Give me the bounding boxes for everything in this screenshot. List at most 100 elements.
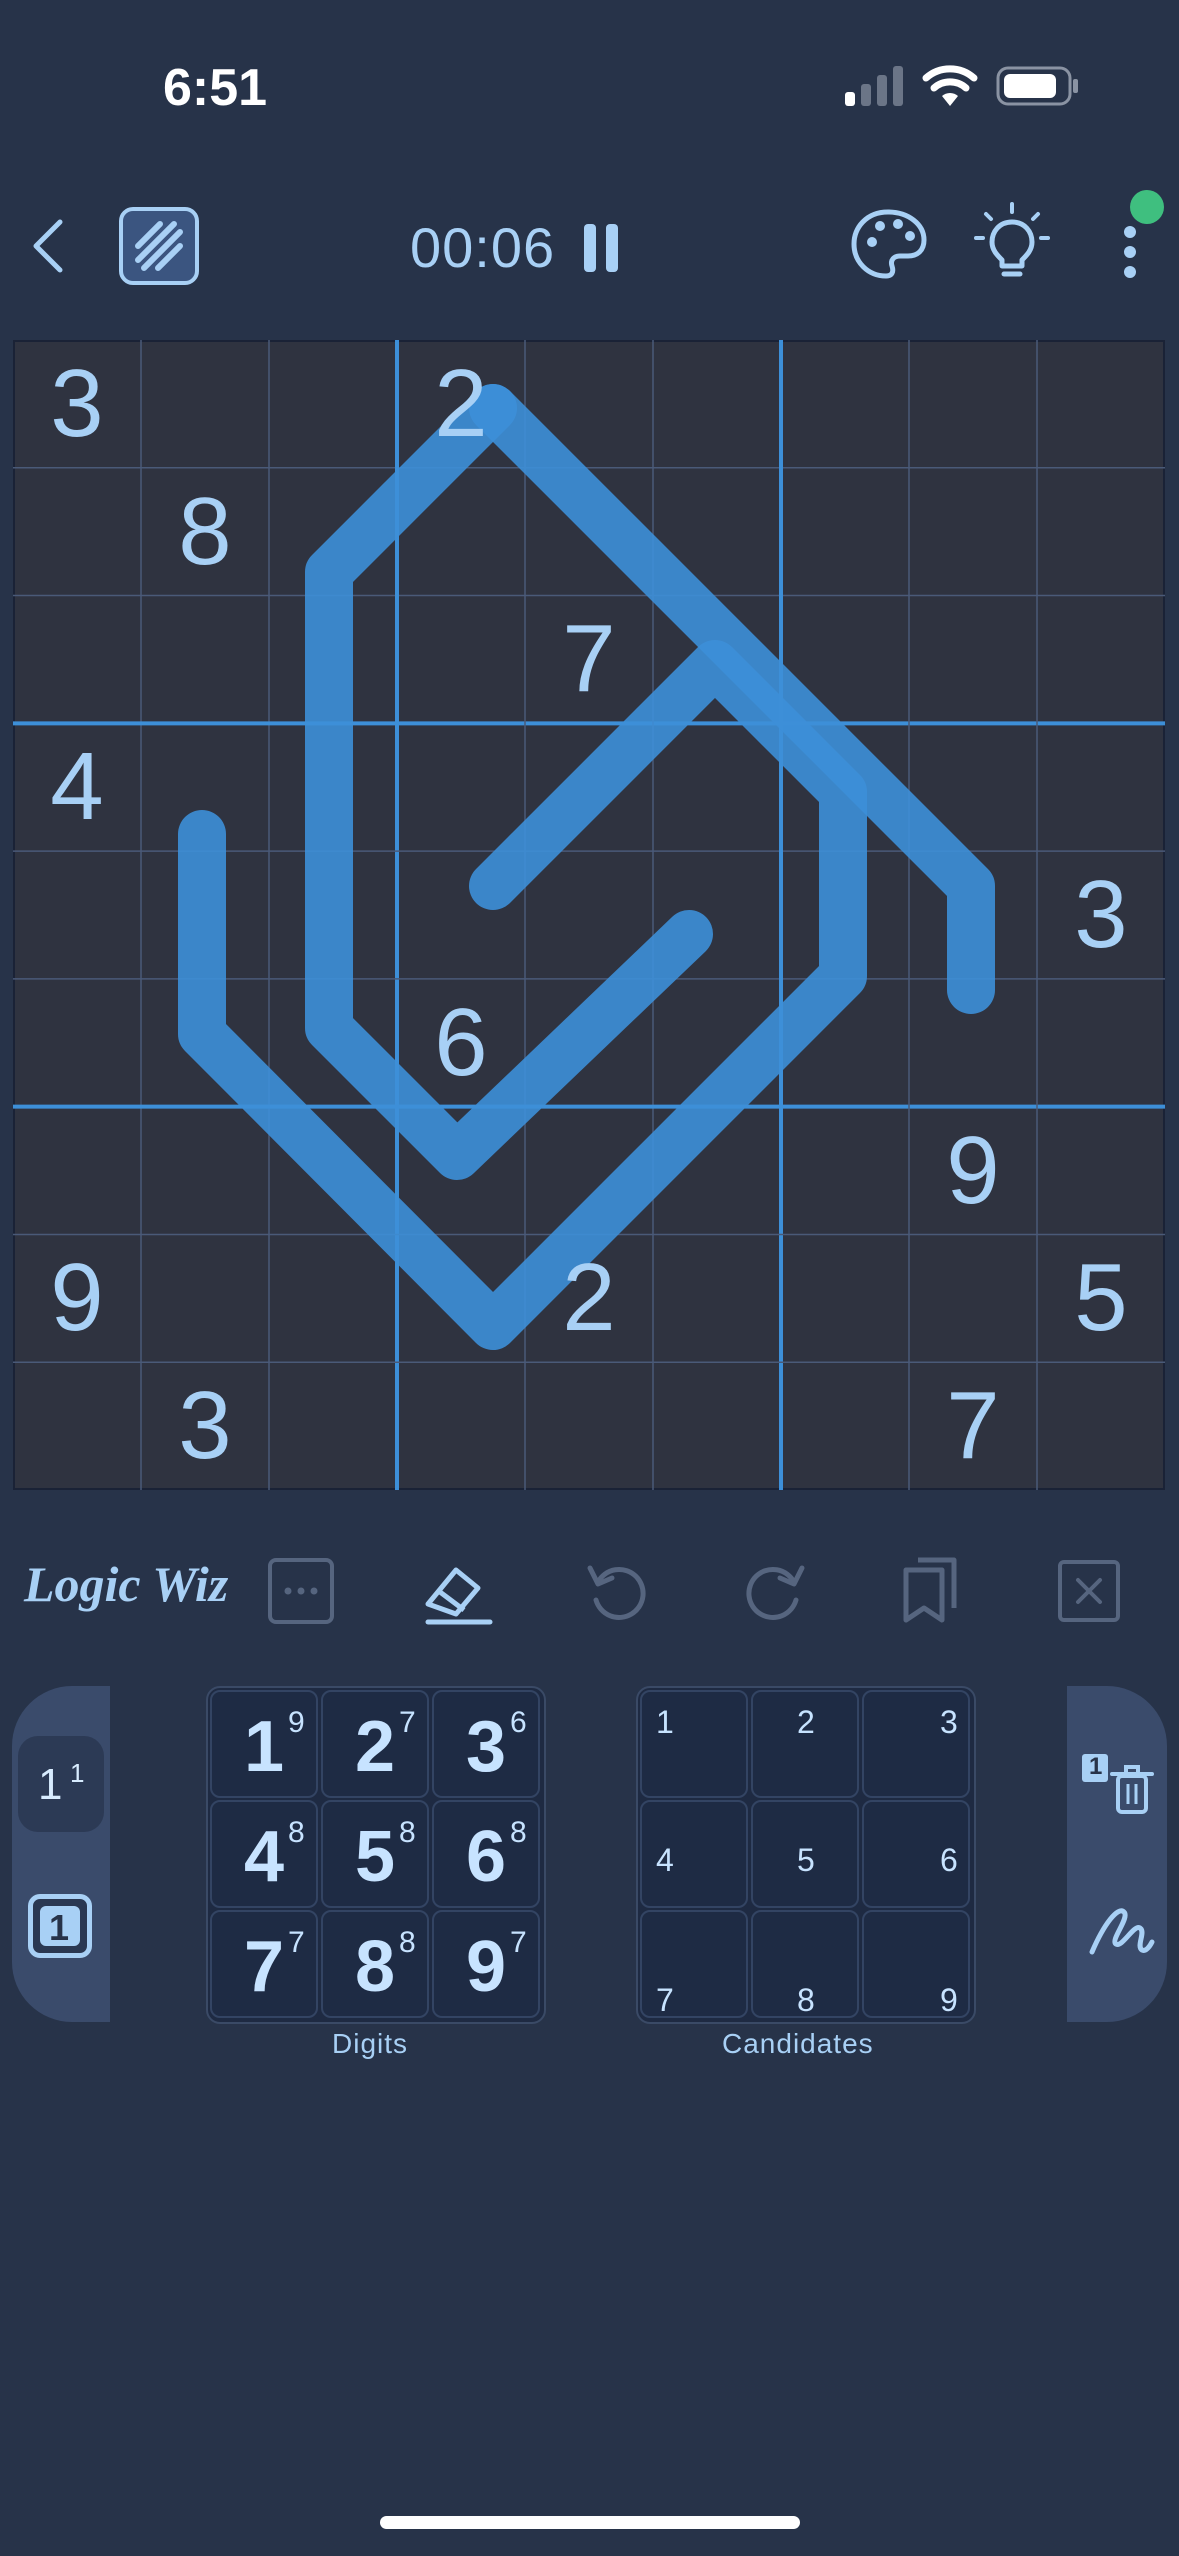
candidate-key-2[interactable]: 2 — [751, 1690, 859, 1798]
candidate-key-9[interactable]: 9 — [862, 1910, 970, 2018]
digit-key-7[interactable]: 77 — [210, 1910, 318, 2018]
given-digit[interactable]: 9 — [909, 1107, 1037, 1235]
digits-keypad: 192736485868778897 — [206, 1686, 546, 2024]
digit-key-value: 9 — [466, 1927, 507, 2007]
candidate-key-1[interactable]: 1 — [640, 1690, 748, 1798]
candidate-key-value: 2 — [797, 1704, 815, 1740]
given-digit[interactable]: 5 — [1037, 1234, 1165, 1362]
digit-key-count: 8 — [399, 1926, 416, 1959]
trash-icon — [1110, 1765, 1154, 1814]
undo-icon — [587, 1565, 646, 1620]
given-digit[interactable]: 7 — [909, 1362, 1037, 1490]
mode-button[interactable] — [118, 206, 200, 286]
digit-key-value: 7 — [244, 1927, 285, 2007]
delete-digit-button[interactable]: 1 — [1080, 1752, 1156, 1818]
candidate-mode-sup: 1 — [70, 1758, 85, 1788]
candidate-key-4[interactable]: 4 — [640, 1800, 748, 1908]
candidate-key-6[interactable]: 6 — [862, 1800, 970, 1908]
given-digit[interactable]: 6 — [397, 979, 525, 1107]
hint-button[interactable] — [972, 200, 1052, 284]
candidates-keypad: 1 2 3 4 5 6 7 8 9 — [636, 1686, 976, 2024]
digit-key-value: 8 — [355, 1927, 396, 2007]
digit-key-value: 6 — [466, 1817, 507, 1897]
clear-button[interactable] — [1054, 1556, 1124, 1626]
digit-key-count: 8 — [510, 1816, 527, 1849]
digit-key-9[interactable]: 97 — [432, 1910, 540, 2018]
digit-key-value: 5 — [355, 1817, 396, 1897]
theme-button[interactable] — [848, 204, 928, 284]
digit-key-count: 8 — [288, 1816, 305, 1849]
candidate-key-value: 1 — [656, 1704, 674, 1740]
redo-button[interactable] — [740, 1556, 810, 1626]
striped-square-icon — [119, 207, 199, 285]
draw-button[interactable] — [1084, 1894, 1156, 1966]
logic-wiz-logo: Logic Wiz — [24, 1556, 229, 1612]
given-digit[interactable]: 9 — [13, 1234, 141, 1362]
redo-icon — [746, 1565, 805, 1620]
candidate-key-value: 7 — [656, 1982, 674, 2018]
more-tools-button[interactable] — [266, 1556, 336, 1626]
digit-key-8[interactable]: 88 — [321, 1910, 429, 2018]
sudoku-board[interactable]: 3287436992537 — [13, 340, 1165, 1490]
candidate-key-5[interactable]: 5 — [751, 1800, 859, 1908]
copy-icon — [903, 1557, 957, 1623]
battery-icon — [996, 66, 1078, 106]
given-digit[interactable]: 2 — [525, 1234, 653, 1362]
digit-mode-button[interactable]: 1 — [28, 1894, 92, 1958]
given-digit[interactable]: 7 — [525, 596, 653, 724]
given-digit[interactable]: 8 — [141, 468, 269, 596]
status-time: 6:51 — [163, 59, 268, 117]
digit-key-count: 7 — [288, 1926, 305, 1959]
given-digit[interactable]: 3 — [1037, 851, 1165, 979]
digit-key-4[interactable]: 48 — [210, 1800, 318, 1908]
candidate-key-value: 3 — [940, 1704, 958, 1740]
candidate-key-value: 5 — [797, 1842, 815, 1878]
digit-key-value: 3 — [466, 1707, 507, 1787]
candidates-label: Candidates — [722, 2028, 874, 2059]
delete-digit-label: 1 — [1089, 1753, 1103, 1780]
eraser-icon — [425, 1567, 493, 1625]
cellular-signal-icon — [845, 66, 903, 106]
undo-button[interactable] — [582, 1556, 652, 1626]
eraser-button[interactable] — [418, 1556, 498, 1630]
digit-key-1[interactable]: 19 — [210, 1690, 318, 1798]
candidate-key-7[interactable]: 7 — [640, 1910, 748, 2018]
candidate-key-8[interactable]: 8 — [751, 1910, 859, 2018]
digit-key-6[interactable]: 68 — [432, 1800, 540, 1908]
digit-key-value: 2 — [355, 1707, 396, 1787]
copy-button[interactable] — [896, 1554, 966, 1628]
digits-label: Digits — [332, 2028, 409, 2059]
digit-key-3[interactable]: 36 — [432, 1690, 540, 1798]
back-button[interactable] — [22, 215, 74, 277]
candidate-key-value: 9 — [940, 1982, 958, 2018]
digit-key-count: 7 — [510, 1926, 527, 1959]
candidate-mode-digit: 1 — [38, 1760, 63, 1809]
given-digit[interactable]: 2 — [397, 340, 525, 468]
pause-icon — [584, 224, 618, 272]
pause-button[interactable] — [580, 220, 624, 276]
chevron-left-icon — [33, 219, 63, 273]
digit-key-count: 9 — [288, 1706, 305, 1739]
more-horizontal-icon — [268, 1558, 334, 1624]
home-indicator — [380, 2516, 800, 2529]
clear-icon — [1058, 1560, 1120, 1622]
digit-key-2[interactable]: 27 — [321, 1690, 429, 1798]
candidate-key-value: 8 — [797, 1982, 815, 2018]
digit-key-value: 4 — [244, 1817, 285, 1897]
digit-key-count: 6 — [510, 1706, 527, 1739]
tools-panel — [1067, 1686, 1167, 2022]
notification-dot — [1130, 190, 1164, 224]
digit-key-count: 8 — [399, 1816, 416, 1849]
candidate-key-3[interactable]: 3 — [862, 1690, 970, 1798]
digit-key-5[interactable]: 58 — [321, 1800, 429, 1908]
given-digit[interactable]: 3 — [141, 1362, 269, 1490]
given-digit[interactable]: 4 — [13, 723, 141, 851]
palette-icon — [851, 209, 927, 279]
pen-scribble-icon — [1089, 1908, 1155, 1955]
candidate-mode-button[interactable]: 1 1 — [18, 1736, 104, 1832]
candidate-key-value: 6 — [940, 1842, 958, 1878]
digit-key-count: 7 — [399, 1706, 416, 1739]
candidate-key-value: 4 — [656, 1842, 674, 1878]
given-digit[interactable]: 3 — [13, 340, 141, 468]
timer-display: 00:06 — [410, 216, 556, 279]
